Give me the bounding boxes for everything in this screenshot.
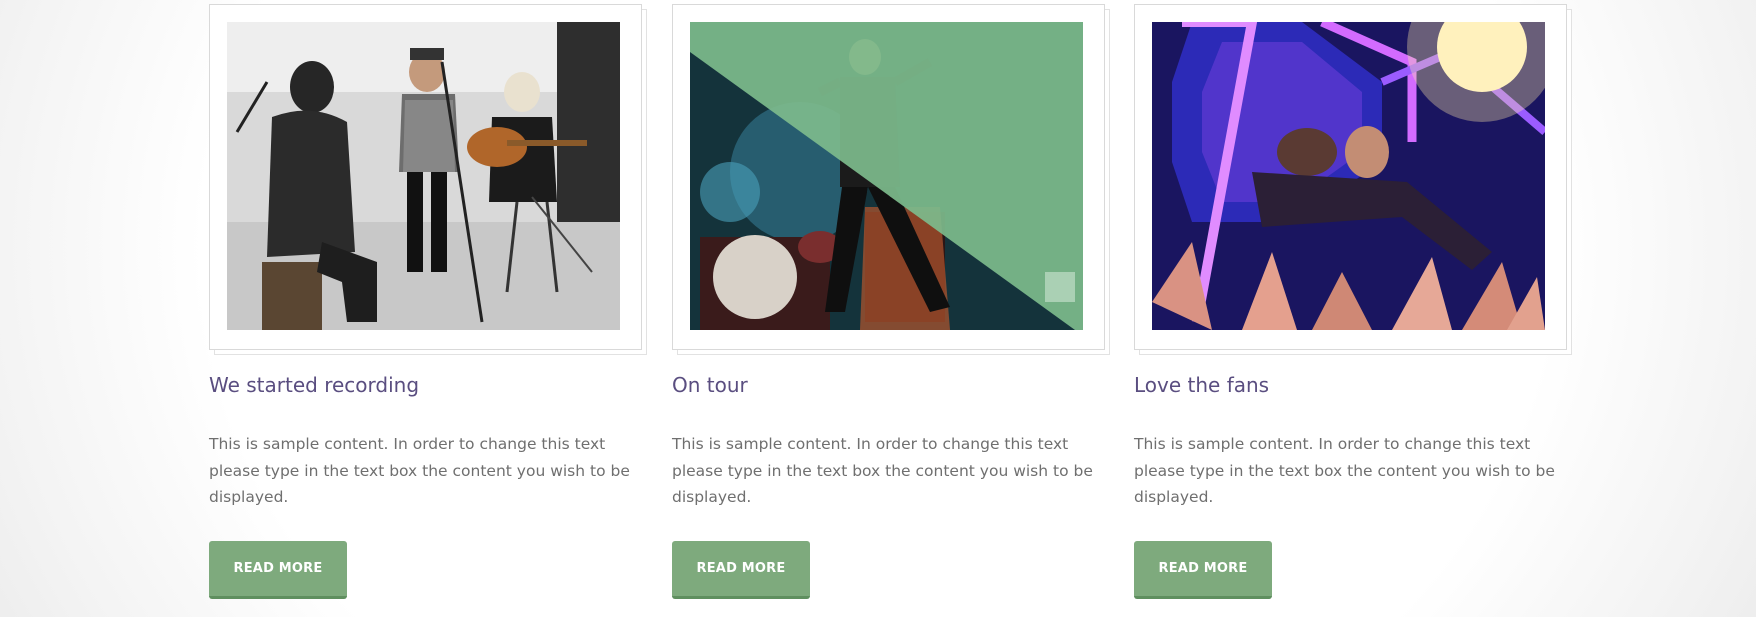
card-title[interactable]: Love the fans <box>1134 373 1269 397</box>
card-title[interactable]: On tour <box>672 373 748 397</box>
card-title[interactable]: We started recording <box>209 373 419 397</box>
recording-photo[interactable] <box>227 22 620 330</box>
card-text: This is sample content. In order to chan… <box>209 435 630 506</box>
card-text: This is sample content. In order to chan… <box>1134 435 1555 506</box>
article-card-fans: Love the fans This is sample content. In… <box>1134 0 1572 617</box>
read-more-button[interactable]: READ MORE <box>672 541 810 599</box>
fans-photo[interactable] <box>1152 22 1545 330</box>
read-more-button[interactable]: READ MORE <box>209 541 347 599</box>
article-card-tour: On tour This is sample content. In order… <box>672 0 1110 617</box>
tour-photo[interactable] <box>690 22 1083 330</box>
article-card-recording: We started recording This is sample cont… <box>209 0 647 617</box>
card-text: This is sample content. In order to chan… <box>672 435 1093 506</box>
read-more-button[interactable]: READ MORE <box>1134 541 1272 599</box>
